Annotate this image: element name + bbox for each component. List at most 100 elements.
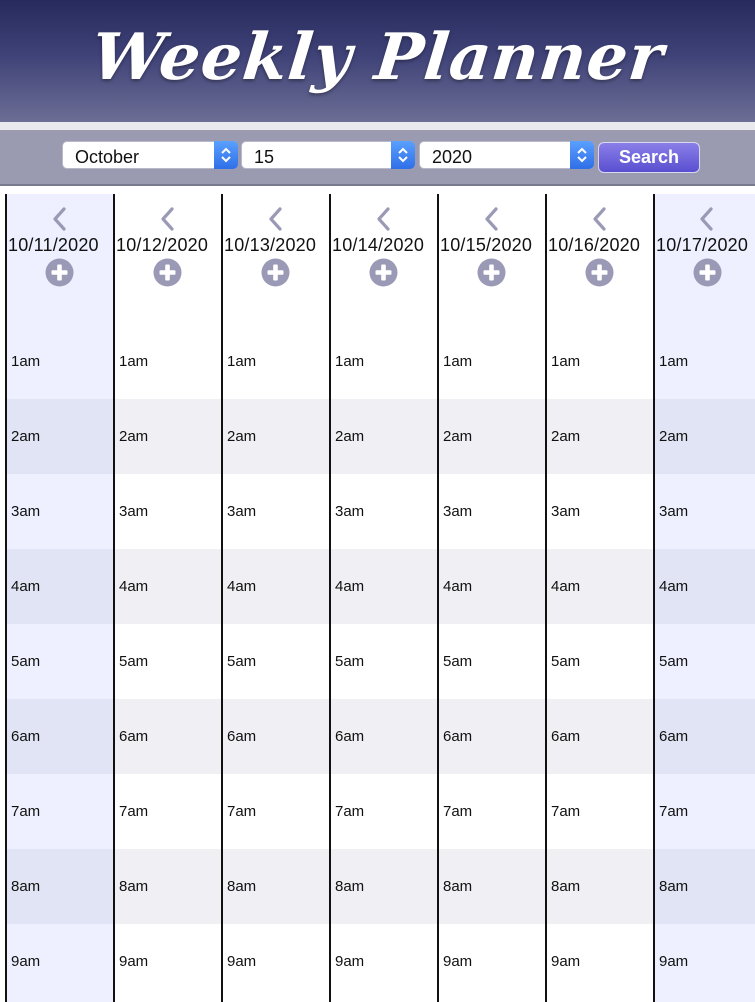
hour-slot-label: 9am bbox=[659, 953, 689, 970]
hour-slot[interactable]: 2am bbox=[439, 399, 545, 474]
hour-slot[interactable]: 8am bbox=[331, 849, 437, 924]
hour-slot[interactable]: 4am bbox=[115, 549, 221, 624]
hour-slot[interactable]: 9am bbox=[331, 924, 437, 999]
hour-slot[interactable]: 5am bbox=[655, 624, 755, 699]
hour-slot-label: 4am bbox=[335, 578, 365, 595]
hour-slot[interactable]: 6am bbox=[547, 699, 653, 774]
plus-circle-icon[interactable] bbox=[693, 258, 722, 287]
hour-slot[interactable]: 9am bbox=[547, 924, 653, 999]
day-column: 10/14/2020 1am 2am 3am 4am 5am 6am 7am 8am 9am bbox=[329, 194, 437, 1002]
day-column: 10/15/2020 1am 2am 3am 4am 5am 6am 7am 8am 9am bbox=[437, 194, 545, 1002]
chevron-left-icon[interactable] bbox=[7, 206, 113, 232]
month-select[interactable]: October bbox=[62, 141, 238, 169]
app-title: Weekly Planner bbox=[87, 19, 668, 95]
chevron-left-icon[interactable] bbox=[223, 206, 329, 232]
hour-slot[interactable]: 6am bbox=[655, 699, 755, 774]
hour-slot[interactable]: 7am bbox=[331, 774, 437, 849]
hour-slot[interactable]: 2am bbox=[655, 399, 755, 474]
chevron-left-icon[interactable] bbox=[547, 206, 653, 232]
year-select[interactable]: 2020 bbox=[419, 141, 594, 169]
hour-slot-label: 5am bbox=[659, 653, 689, 670]
chevron-left-icon[interactable] bbox=[331, 206, 437, 232]
hour-slot[interactable]: 6am bbox=[115, 699, 221, 774]
hour-slot[interactable]: 8am bbox=[223, 849, 329, 924]
hour-slot[interactable]: 6am bbox=[331, 699, 437, 774]
hour-slot-label: 1am bbox=[11, 353, 41, 370]
hour-slot[interactable]: 8am bbox=[547, 849, 653, 924]
week-grid: 10/11/2020 1am 2am 3am 4am 5am 6am 7am 8am 9am 10/… bbox=[5, 194, 755, 1002]
hour-slot[interactable]: 1am bbox=[7, 324, 113, 399]
hour-slot[interactable]: 6am bbox=[439, 699, 545, 774]
hour-slot[interactable]: 4am bbox=[439, 549, 545, 624]
hour-slot[interactable]: 3am bbox=[223, 474, 329, 549]
hour-slot-label: 7am bbox=[443, 803, 473, 820]
hour-slot[interactable]: 5am bbox=[115, 624, 221, 699]
hour-slot[interactable]: 5am bbox=[331, 624, 437, 699]
hour-slot[interactable]: 8am bbox=[439, 849, 545, 924]
hour-slot[interactable]: 8am bbox=[7, 849, 113, 924]
hour-slot[interactable]: 9am bbox=[7, 924, 113, 999]
hour-slot[interactable]: 9am bbox=[223, 924, 329, 999]
day-date-label: 10/17/2020 bbox=[656, 235, 749, 255]
hour-slot[interactable]: 9am bbox=[439, 924, 545, 999]
hour-slot[interactable]: 3am bbox=[7, 474, 113, 549]
hour-slot[interactable]: 4am bbox=[223, 549, 329, 624]
hour-slot[interactable]: 5am bbox=[7, 624, 113, 699]
chevron-left-icon[interactable] bbox=[655, 206, 755, 232]
hour-slot[interactable]: 1am bbox=[223, 324, 329, 399]
hour-slot-label: 4am bbox=[227, 578, 257, 595]
hour-slot[interactable]: 8am bbox=[655, 849, 755, 924]
day-select[interactable]: 15 bbox=[241, 141, 415, 169]
hour-slot[interactable]: 5am bbox=[223, 624, 329, 699]
hour-slot[interactable]: 1am bbox=[655, 324, 755, 399]
plus-circle-icon[interactable] bbox=[477, 258, 506, 287]
hour-slot[interactable]: 3am bbox=[547, 474, 653, 549]
hour-slot[interactable]: 1am bbox=[439, 324, 545, 399]
hour-slot[interactable]: 7am bbox=[655, 774, 755, 849]
hour-slot[interactable]: 6am bbox=[7, 699, 113, 774]
hour-slot[interactable]: 5am bbox=[439, 624, 545, 699]
hour-slot[interactable]: 7am bbox=[223, 774, 329, 849]
hour-slot[interactable]: 2am bbox=[115, 399, 221, 474]
hour-slot[interactable]: 5am bbox=[547, 624, 653, 699]
search-button[interactable]: Search bbox=[598, 142, 700, 173]
hour-slot[interactable]: 3am bbox=[655, 474, 755, 549]
plus-circle-icon[interactable] bbox=[369, 258, 398, 287]
hour-slot[interactable]: 4am bbox=[7, 549, 113, 624]
hour-slot[interactable]: 3am bbox=[331, 474, 437, 549]
hour-slot[interactable]: 2am bbox=[331, 399, 437, 474]
hour-slot-label: 3am bbox=[227, 503, 257, 520]
hour-slot[interactable]: 6am bbox=[223, 699, 329, 774]
hour-slot[interactable]: 7am bbox=[115, 774, 221, 849]
chevron-left-icon[interactable] bbox=[115, 206, 221, 232]
hour-slot[interactable]: 2am bbox=[223, 399, 329, 474]
chevron-left-icon[interactable] bbox=[439, 206, 545, 232]
hour-slot-label: 8am bbox=[11, 878, 41, 895]
hour-slot-label: 8am bbox=[551, 878, 581, 895]
hour-slot[interactable]: 2am bbox=[547, 399, 653, 474]
hour-slot[interactable]: 8am bbox=[115, 849, 221, 924]
hour-slot[interactable]: 1am bbox=[547, 324, 653, 399]
hour-slot[interactable]: 7am bbox=[547, 774, 653, 849]
hour-slot[interactable]: 7am bbox=[7, 774, 113, 849]
hour-slot[interactable]: 4am bbox=[331, 549, 437, 624]
hour-slot[interactable]: 4am bbox=[655, 549, 755, 624]
hour-slot[interactable]: 3am bbox=[115, 474, 221, 549]
plus-circle-icon[interactable] bbox=[585, 258, 614, 287]
hour-slot[interactable]: 1am bbox=[115, 324, 221, 399]
hour-slot[interactable]: 1am bbox=[331, 324, 437, 399]
hour-slot-label: 4am bbox=[11, 578, 41, 595]
day-column: 10/16/2020 1am 2am 3am 4am 5am 6am 7am 8am 9am bbox=[545, 194, 653, 1002]
plus-circle-icon[interactable] bbox=[261, 258, 290, 287]
plus-circle-icon[interactable] bbox=[153, 258, 182, 287]
hour-slot[interactable]: 4am bbox=[547, 549, 653, 624]
hour-slot[interactable]: 9am bbox=[655, 924, 755, 999]
hour-slot-label: 1am bbox=[443, 353, 473, 370]
hour-slot-label: 5am bbox=[443, 653, 473, 670]
plus-circle-icon[interactable] bbox=[45, 258, 74, 287]
hour-slot[interactable]: 2am bbox=[7, 399, 113, 474]
hour-slot[interactable]: 7am bbox=[439, 774, 545, 849]
hour-slot[interactable]: 9am bbox=[115, 924, 221, 999]
date-toolbar: October 15 2020 Search bbox=[0, 131, 755, 186]
hour-slot[interactable]: 3am bbox=[439, 474, 545, 549]
